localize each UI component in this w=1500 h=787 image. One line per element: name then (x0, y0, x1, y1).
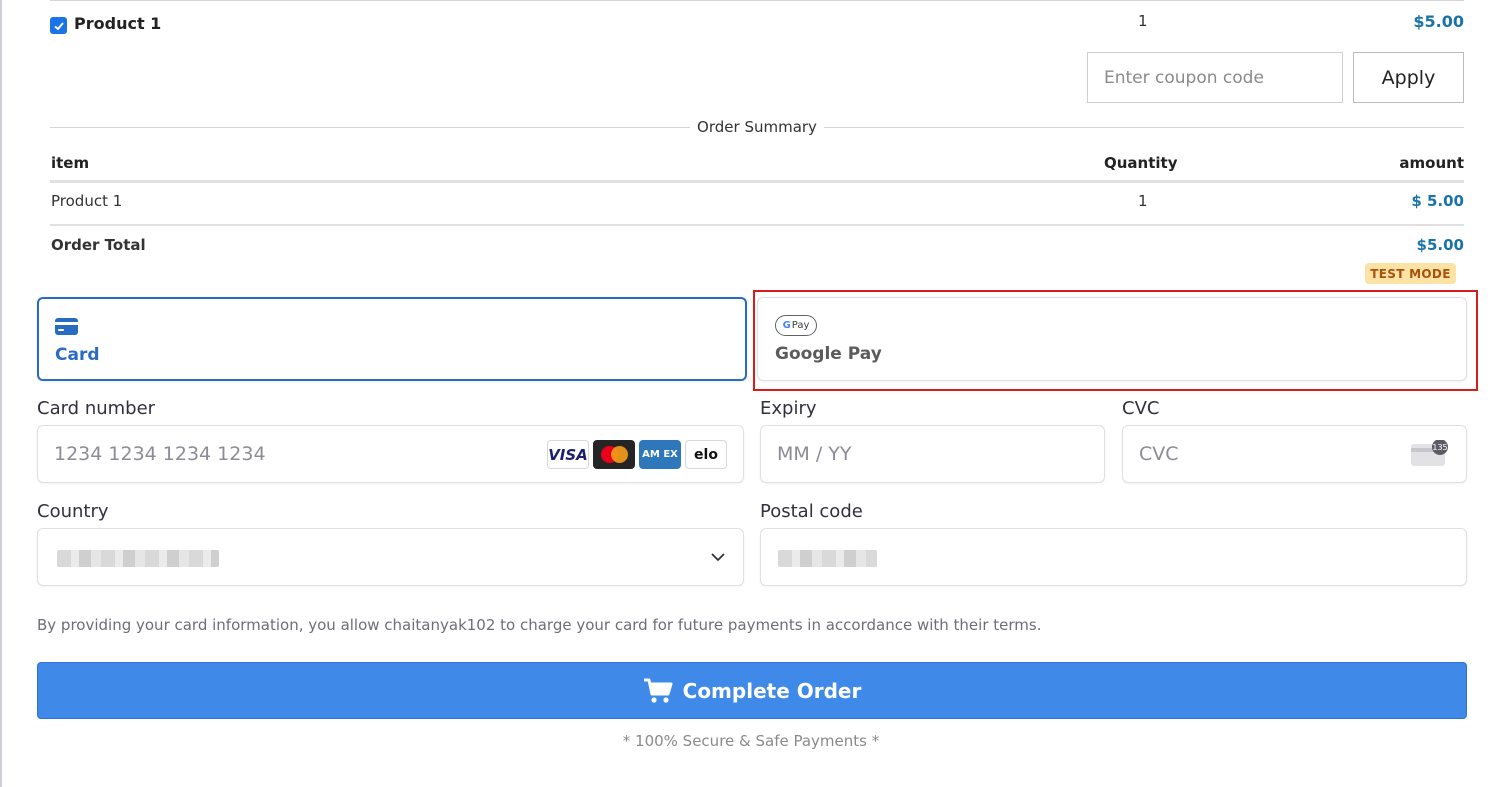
payment-tab-card-label: Card (55, 345, 100, 365)
visa-icon: VISA (547, 440, 589, 469)
expiry-label: Expiry (760, 398, 817, 419)
cart-icon (643, 678, 673, 703)
coupon-input[interactable] (1087, 52, 1343, 103)
mastercard-icon (593, 440, 635, 469)
terms-text: By providing your card information, you … (37, 616, 1042, 634)
card-number-field: VISA AM EX elo (37, 425, 744, 483)
summary-row-amount: $ 5.00 (1411, 192, 1464, 210)
card-number-input[interactable] (38, 426, 743, 482)
elo-icon: elo (685, 440, 727, 469)
cvc-field: 135 (1122, 425, 1467, 483)
test-mode-badge: TEST MODE (1365, 263, 1456, 284)
product-name: Product 1 (74, 14, 162, 33)
cvc-card-icon: 135 (1411, 440, 1448, 466)
credit-card-icon (55, 318, 78, 335)
payment-tab-google-pay[interactable]: G Pay Google Pay (757, 297, 1467, 381)
complete-order-label: Complete Order (682, 678, 862, 703)
product-quantity: 1 (1138, 12, 1148, 30)
chevron-down-icon (711, 553, 725, 562)
summary-header-divider (50, 180, 1464, 183)
secure-payments-note: * 100% Secure & Safe Payments * (622, 732, 880, 750)
summary-header-quantity: Quantity (1104, 154, 1178, 172)
country-value-redacted (57, 550, 219, 567)
card-number-label: Card number (37, 398, 156, 419)
cvc-icon-text: 135 (1432, 443, 1447, 452)
postal-code-field[interactable] (760, 528, 1467, 586)
summary-row-quantity: 1 (1138, 192, 1148, 210)
summary-row-divider (50, 224, 1464, 226)
summary-header-amount: amount (1399, 154, 1464, 172)
postal-code-value-redacted (778, 550, 877, 567)
country-select[interactable] (37, 528, 744, 586)
expiry-field (760, 425, 1105, 483)
cvc-label: CVC (1122, 398, 1160, 419)
product-checkbox[interactable] (50, 17, 67, 34)
checkmark-icon (53, 21, 64, 30)
google-pay-icon-text: Pay (791, 320, 810, 331)
product-price: $5.00 (1413, 12, 1464, 31)
order-total-amount: $5.00 (1416, 236, 1464, 254)
product-row: Product 1 1 $5.00 (50, 12, 1464, 38)
summary-title: Order Summary (0, 118, 1500, 136)
amex-icon: AM EX (639, 440, 681, 469)
summary-header-item: item (51, 154, 90, 172)
top-divider (50, 0, 1464, 1)
postal-code-label: Postal code (760, 501, 863, 522)
expiry-input[interactable] (761, 426, 1104, 482)
summary-title-text: Order Summary (690, 118, 824, 136)
payment-tab-google-pay-label: Google Pay (775, 344, 882, 364)
payment-tab-card[interactable]: Card (37, 297, 747, 381)
apply-coupon-button[interactable]: Apply (1353, 52, 1464, 103)
complete-order-button[interactable]: Complete Order (37, 662, 1467, 719)
order-total-label: Order Total (51, 236, 146, 254)
google-pay-icon: G Pay (775, 315, 817, 336)
summary-row-item: Product 1 (51, 192, 123, 210)
country-label: Country (37, 501, 109, 522)
